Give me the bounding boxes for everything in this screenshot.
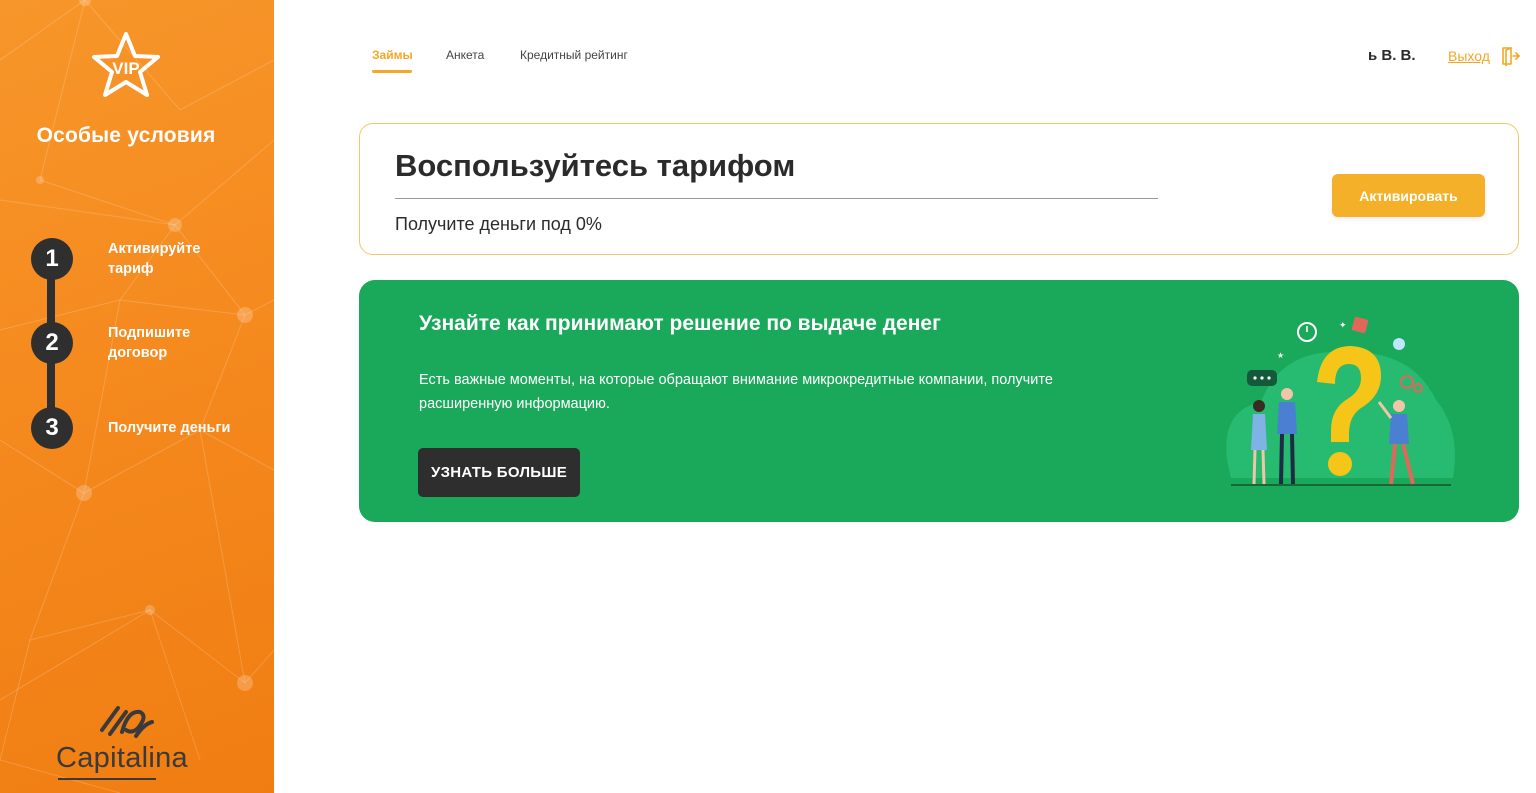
active-tab-indicator: [372, 70, 412, 73]
capitalina-logo-text: Capitalina: [56, 742, 188, 774]
learn-more-button[interactable]: УЗНАТЬ БОЛЬШЕ: [418, 448, 580, 497]
step-1-label: Активируйте тариф: [108, 241, 201, 277]
vip-badge-text: VIP: [112, 59, 139, 78]
banner-title: Узнайте как принимают решение по выдаче …: [419, 312, 941, 335]
step-3-number: 3: [31, 407, 73, 449]
network-background-pattern: [0, 0, 274, 793]
page: VIP Особые условия 1 Активируйте тариф 2…: [0, 0, 1536, 793]
svg-text:★: ★: [1277, 351, 1284, 360]
vip-star-icon: VIP: [92, 32, 160, 97]
tab-credit-rating[interactable]: Кредитный рейтинг: [520, 48, 628, 62]
tariff-subtitle: Получите деньги под 0%: [395, 214, 602, 234]
step-2-label: Подпишите договор: [108, 325, 191, 361]
logo-underline: [58, 778, 156, 780]
tariff-card: Воспользуйтесь тарифом Получите деньги п…: [359, 123, 1519, 255]
logout-link[interactable]: Выход: [1448, 48, 1490, 64]
banner-text: Есть важные моменты, на которые обращают…: [419, 372, 1053, 412]
step-1-number: 1: [31, 238, 73, 280]
step-2-number: 2: [31, 322, 73, 364]
tariff-title: Воспользуйтесь тарифом: [395, 148, 796, 183]
logout-icon[interactable]: [1500, 46, 1520, 66]
sidebar-title: Особые условия: [36, 124, 216, 147]
question-people-illustration: ✦ ★: [1226, 316, 1455, 486]
info-banner: Узнайте как принимают решение по выдаче …: [359, 280, 1519, 522]
user-name: ь В. В.: [1368, 47, 1416, 64]
svg-text:✦: ✦: [1339, 320, 1347, 330]
step-3-label: Получите деньги: [108, 420, 231, 436]
tariff-divider: [395, 198, 1158, 199]
activate-button[interactable]: Активировать: [1332, 174, 1485, 217]
capitalina-logo-icon: [100, 706, 154, 738]
sidebar: VIP Особые условия 1 Активируйте тариф 2…: [0, 0, 274, 793]
tab-loans[interactable]: Займы: [372, 48, 413, 62]
tab-questionnaire[interactable]: Анкета: [446, 48, 484, 62]
